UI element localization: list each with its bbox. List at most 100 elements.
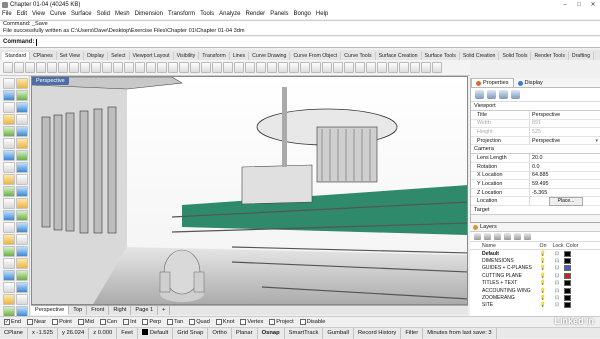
new-sublayer-icon[interactable]	[484, 233, 491, 240]
toolbar-tool-icon[interactable]	[80, 62, 90, 73]
unlock-icon[interactable]: ⊡	[550, 258, 564, 264]
left-tool-icon[interactable]	[16, 174, 28, 185]
filter-icon[interactable]	[524, 233, 531, 240]
status-smarttrack[interactable]: SmartTrack	[285, 327, 324, 339]
toolbar-tab-cplanes[interactable]: CPlanes	[30, 52, 57, 60]
left-tool-icon[interactable]	[3, 258, 15, 269]
layer-row[interactable]: CUTTING PLANE 💡 ⊡	[470, 272, 600, 279]
left-tool-icon[interactable]	[16, 258, 28, 269]
layer-color[interactable]	[564, 265, 571, 272]
osnap-quad[interactable]: Quad	[189, 319, 210, 325]
osnap-checkbox[interactable]	[167, 319, 174, 325]
camera-value-field[interactable]: -5.365	[529, 188, 600, 197]
toolbar-tool-icon[interactable]	[344, 62, 354, 73]
layer-row[interactable]: ZOOMERANG 💡 ⊡	[470, 294, 600, 302]
toolbar-tab-set-view[interactable]: Set View	[57, 52, 85, 60]
left-tool-icon[interactable]	[16, 138, 28, 149]
unlock-icon[interactable]: ⊡	[550, 251, 564, 257]
left-tool-icon[interactable]	[16, 78, 28, 89]
menu-item-surface[interactable]: Surface	[71, 11, 92, 17]
toolbar-tab-render-tools[interactable]: Render Tools	[531, 52, 569, 60]
status-planar[interactable]: Planar	[232, 327, 258, 339]
lightbulb-icon[interactable]: 💡	[536, 302, 550, 308]
toolbar-tool-icon[interactable]	[245, 62, 255, 73]
toolbar-tab-visibility[interactable]: Visibility	[174, 52, 200, 60]
toolbar-tool-icon[interactable]	[91, 62, 101, 73]
toolbar-tool-icon[interactable]	[388, 62, 398, 73]
toolbar-tool-icon[interactable]	[278, 62, 288, 73]
chevron-down-icon[interactable]: ▾	[595, 138, 600, 144]
left-tool-icon[interactable]	[16, 126, 28, 137]
toolbar-tool-icon[interactable]	[366, 62, 376, 73]
toolbar-tab-curve-tools[interactable]: Curve Tools	[341, 52, 376, 60]
left-tool-icon[interactable]	[3, 270, 15, 281]
toolbar-tool-icon[interactable]	[124, 62, 134, 73]
camera-value-field[interactable]: 64.885	[529, 171, 600, 180]
toolbar-tool-icon[interactable]	[47, 62, 57, 73]
toolbar-tool-icon[interactable]	[135, 62, 145, 73]
osnap-checkbox[interactable]	[269, 319, 276, 325]
toolbar-tab-solid-creation[interactable]: Solid Creation	[460, 52, 500, 60]
menu-item-view[interactable]: View	[32, 11, 45, 17]
viewport-tab-perspective[interactable]: Perspective	[31, 306, 70, 315]
layer-row[interactable]: TITLES + TEXT 💡 ⊡	[470, 280, 600, 287]
lightbulb-icon[interactable]: 💡	[536, 258, 550, 264]
viewport-tab-page-1[interactable]: Page 1	[131, 306, 159, 315]
lightbulb-icon[interactable]: 💡	[536, 265, 550, 271]
status-ortho[interactable]: Ortho	[208, 327, 232, 339]
menu-item-tools[interactable]: Tools	[200, 11, 214, 17]
menu-item-solid[interactable]: Solid	[97, 11, 110, 17]
left-tool-icon[interactable]	[16, 222, 28, 233]
left-tool-icon[interactable]	[3, 246, 15, 257]
left-tool-icon[interactable]	[3, 198, 15, 209]
viewport-tab-right[interactable]: Right	[109, 306, 132, 315]
left-tool-icon[interactable]	[3, 210, 15, 221]
status-record-history[interactable]: Record History	[354, 327, 402, 339]
maximize-icon[interactable]: □	[572, 0, 586, 9]
osnap-near[interactable]: Near	[26, 319, 46, 325]
osnap-project[interactable]: Project	[269, 319, 294, 325]
toolbar-tool-icon[interactable]	[432, 62, 442, 73]
tab-display[interactable]: Display	[514, 79, 547, 87]
prop-value-title[interactable]: Perspective	[529, 111, 600, 119]
toolbar-tab-solid-tools[interactable]: Solid Tools	[499, 52, 532, 60]
toolbar-tool-icon[interactable]	[146, 62, 156, 73]
osnap-checkbox[interactable]	[189, 319, 196, 325]
left-tool-icon[interactable]	[3, 174, 15, 185]
osnap-cen[interactable]: Cen	[99, 319, 117, 325]
menu-item-dimension[interactable]: Dimension	[135, 11, 163, 17]
left-tool-icon[interactable]	[3, 162, 15, 173]
toolbar-tool-icon[interactable]	[399, 62, 409, 73]
viewport-title[interactable]: Perspective	[32, 77, 69, 85]
delete-layer-icon[interactable]	[494, 233, 501, 240]
unlock-icon[interactable]: ⊡	[550, 295, 564, 301]
toolbar-tool-icon[interactable]	[267, 62, 277, 73]
toolbar-tool-icon[interactable]	[168, 62, 178, 73]
col-lock[interactable]: Lock	[550, 243, 566, 249]
left-tool-icon[interactable]	[16, 162, 28, 173]
toolbar-tool-icon[interactable]	[300, 62, 310, 73]
osnap-checkbox[interactable]	[123, 319, 130, 325]
osnap-disable[interactable]: Disable	[299, 319, 325, 325]
left-tool-icon[interactable]	[3, 90, 15, 101]
toolbar-tab-curve-drawing[interactable]: Curve Drawing	[249, 52, 291, 60]
toolbar-tool-icon[interactable]	[355, 62, 365, 73]
left-tool-icon[interactable]	[16, 186, 28, 197]
layer-row[interactable]: Default 💡 ⊡	[470, 250, 600, 257]
menu-item-curve[interactable]: Curve	[50, 11, 66, 17]
osnap-checkbox[interactable]	[77, 319, 84, 325]
layer-color[interactable]	[564, 302, 571, 309]
toolbar-tool-icon[interactable]	[223, 62, 233, 73]
toolbar-tool-icon[interactable]	[256, 62, 266, 73]
left-tool-icon[interactable]	[16, 282, 28, 293]
toolbar-tool-icon[interactable]	[3, 62, 13, 73]
left-tool-icon[interactable]	[16, 210, 28, 221]
toolbar-tool-icon[interactable]	[421, 62, 431, 73]
lightbulb-icon[interactable]: 💡	[536, 280, 550, 286]
toolbar-tab-standard[interactable]: Standard	[2, 52, 31, 60]
status-layer[interactable]: Default	[138, 327, 174, 339]
toolbar-tool-icon[interactable]	[36, 62, 46, 73]
prop-value-projection[interactable]: Perspective ▾	[529, 136, 600, 145]
menu-item-bongo[interactable]: Bongo	[294, 11, 311, 17]
toolbar-tool-icon[interactable]	[157, 62, 167, 73]
